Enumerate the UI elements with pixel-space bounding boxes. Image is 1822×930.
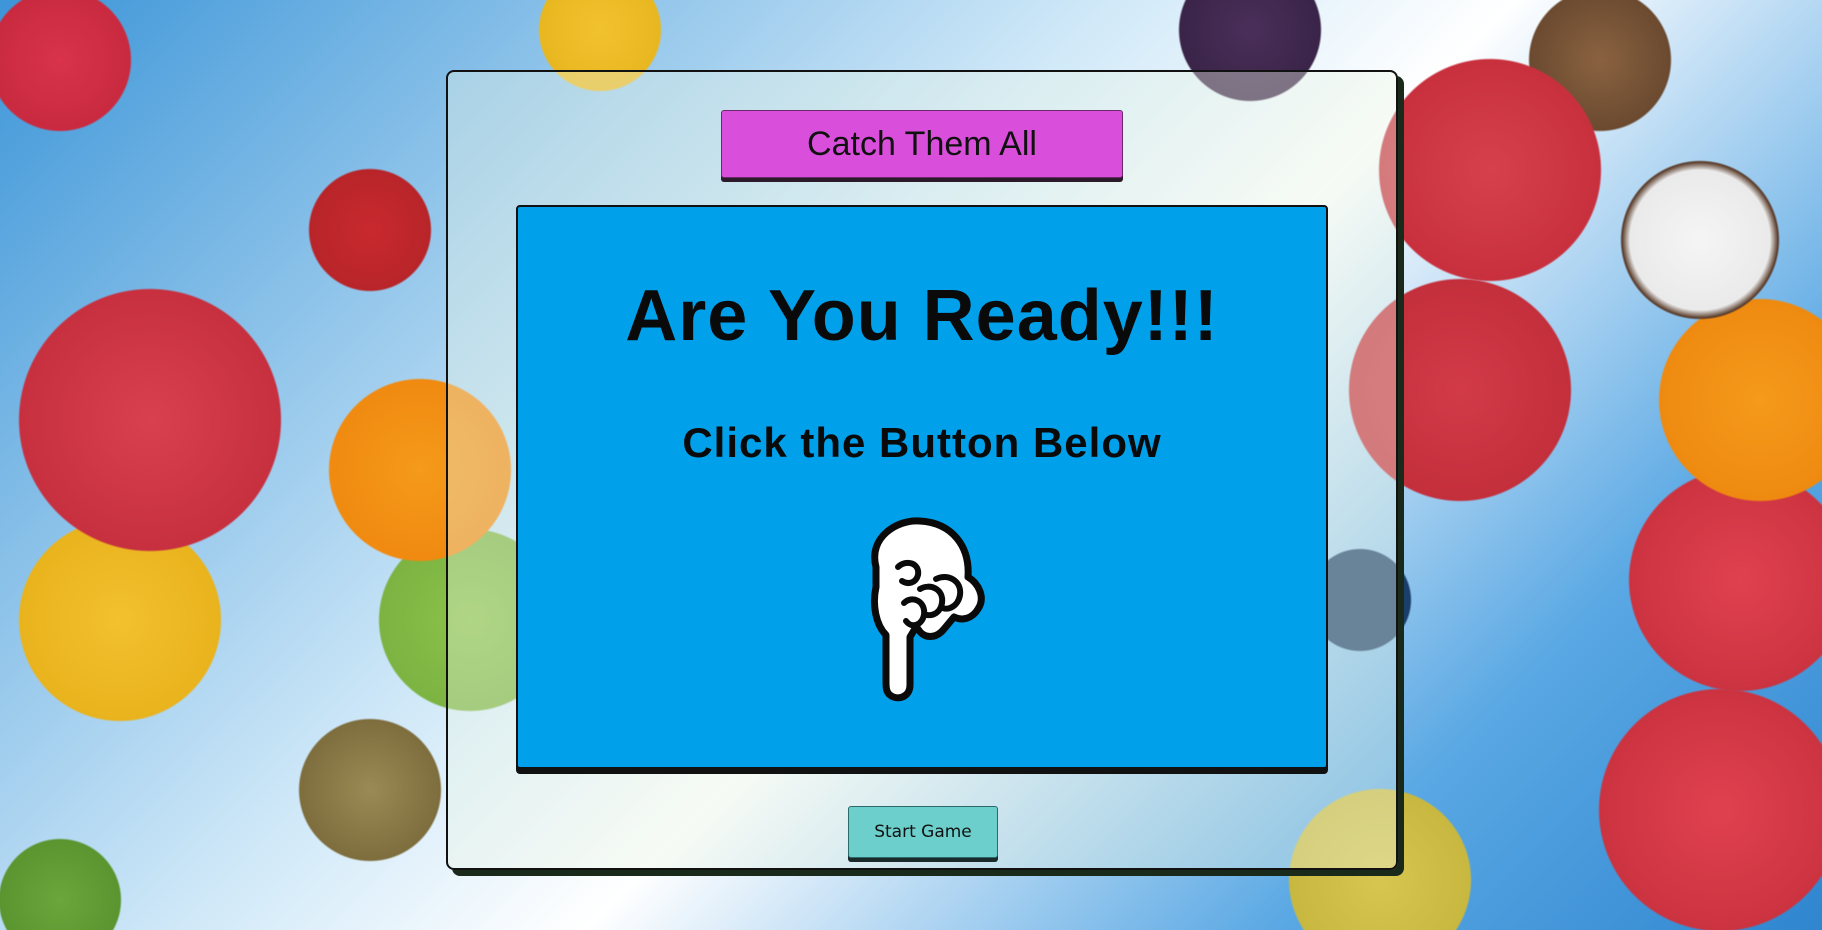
start-game-button[interactable]: Start Game — [848, 806, 998, 858]
instruction-text: Click the Button Below — [682, 419, 1162, 466]
ready-headline: Are You Ready!!! — [625, 276, 1219, 356]
game-screen: Are You Ready!!! Click the Button Below — [516, 205, 1328, 769]
pointing-down-hand-icon — [870, 517, 985, 702]
game-title: Catch Them All — [721, 110, 1123, 178]
